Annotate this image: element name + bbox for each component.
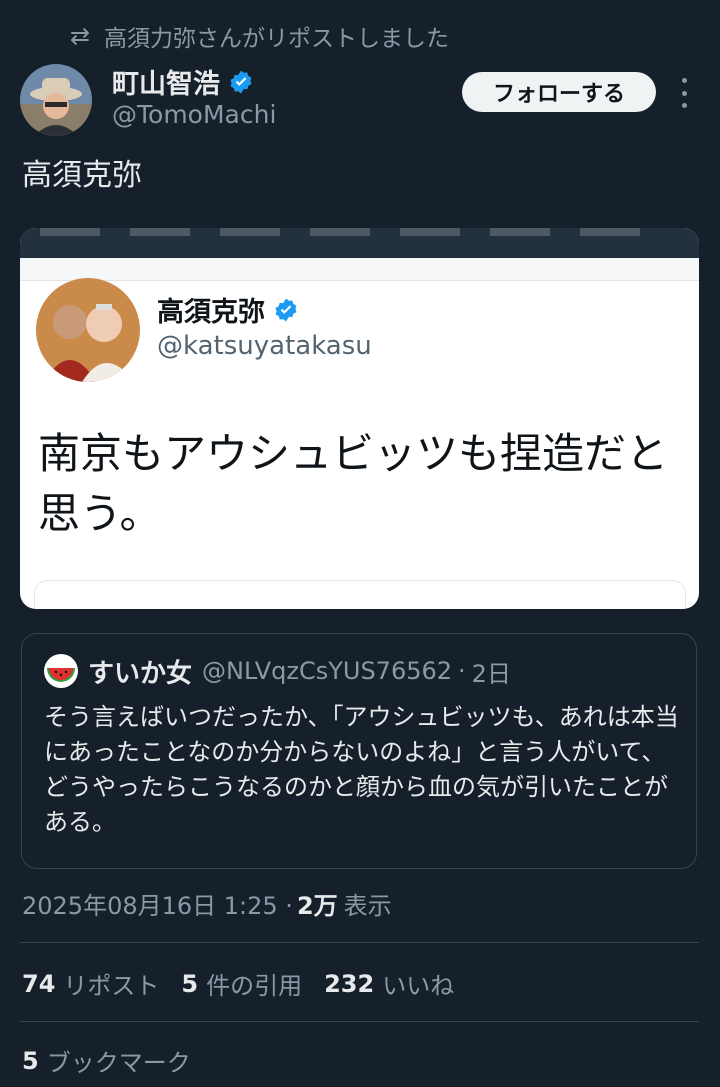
repost-icon: ⇄: [70, 22, 91, 50]
embedded-verified-badge-icon: [275, 298, 297, 321]
quoted-post-text: そう言えばいつだったか、「アウシュビッツも、あれは本当にあったことなのか分からな…: [44, 703, 679, 836]
bookmarks-count: 5: [22, 1046, 39, 1075]
post-text: 高須克弥: [22, 158, 142, 193]
likes-count: 232: [324, 969, 375, 998]
bookmarks-stat[interactable]: 5 ブックマーク: [22, 1043, 191, 1078]
likes-label: いいね: [382, 972, 455, 1000]
embedded-text-line2: 思う。: [38, 489, 162, 538]
views-label: 表示: [343, 892, 392, 920]
engagement-stats: 74 リポスト 5 件の引用 232 いいね: [22, 966, 476, 1001]
image-top-strip: [20, 228, 699, 258]
embedded-author-name: 高須克弥: [157, 290, 299, 329]
quoted-separator: ·: [458, 657, 466, 685]
post-meta: 2025年08月16日 1:25 · 2万 表示: [22, 886, 392, 921]
quotes-stat[interactable]: 5 件の引用: [181, 966, 302, 1001]
author-name[interactable]: 町山智浩: [112, 62, 254, 101]
more-vertical-icon[interactable]: [674, 78, 694, 108]
embedded-bottom-card: [34, 580, 686, 609]
embedded-text: 南京もアウシュビッツも捏造だと 思う。: [38, 424, 698, 544]
reposts-label: リポスト: [63, 972, 160, 1000]
bookmarks-label: ブックマーク: [46, 1049, 191, 1077]
likes-stat[interactable]: 232 いいね: [324, 966, 454, 1001]
quotes-count: 5: [181, 969, 199, 998]
author-avatar[interactable]: [20, 64, 92, 136]
repost-banner-text: 高須力弥さんがリポストしました: [104, 26, 449, 52]
embedded-text-line1: 南京もアウシュビッツも捏造だと: [38, 429, 669, 478]
divider-bottom: [20, 1021, 699, 1022]
embedded-author-name-text: 高須克弥: [157, 297, 265, 328]
quoted-post-header: すいか女 @NLVqzCsYUS76562 · 2日: [44, 654, 511, 689]
views-count: 2万: [296, 892, 338, 920]
post-timestamp[interactable]: 2025年08月16日 1:25 ·: [22, 886, 293, 921]
repost-banner[interactable]: ⇄ 高須力弥さんがリポストしました: [70, 20, 449, 52]
embedded-author-handle: @katsuyatakasu: [157, 331, 372, 361]
embedded-avatar: [36, 278, 140, 382]
quotes-label: 件の引用: [206, 972, 303, 1000]
quoted-time: 2日: [471, 659, 511, 688]
quoted-post[interactable]: すいか女 @NLVqzCsYUS76562 · 2日 そう言えばいつだったか、「…: [21, 633, 697, 869]
follow-button[interactable]: フォローする: [462, 72, 656, 112]
author-handle[interactable]: @TomoMachi: [112, 100, 276, 129]
image-separator: [20, 258, 699, 281]
attached-image[interactable]: 高須克弥 @katsuyatakasu 南京もアウシュビッツも捏造だと 思う。: [20, 228, 699, 609]
reposts-count: 74: [22, 969, 56, 998]
verified-badge-icon: [230, 70, 252, 93]
author-name-text: 町山智浩: [112, 69, 220, 100]
watermelon-avatar-icon: [44, 654, 78, 688]
reposts-stat[interactable]: 74 リポスト: [22, 966, 159, 1001]
quoted-author-handle: @NLVqzCsYUS76562: [202, 657, 453, 685]
quoted-author-name: すいか女: [88, 658, 193, 689]
divider-top: [20, 942, 699, 943]
